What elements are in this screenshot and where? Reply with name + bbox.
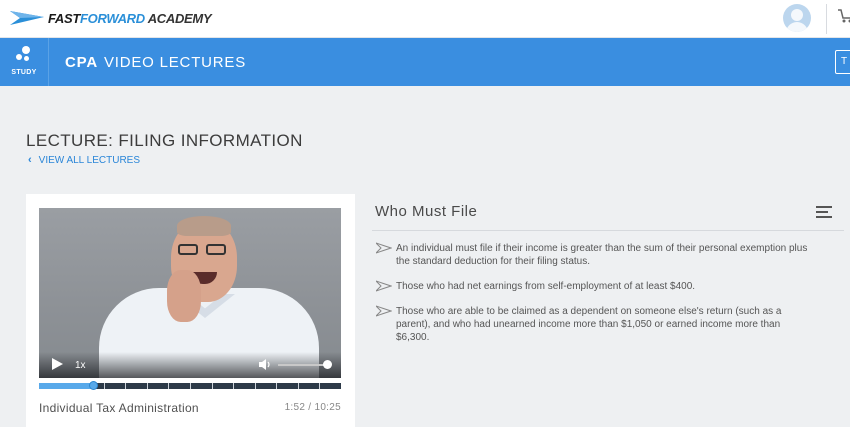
study-icon [14,46,34,66]
arrow-bullet-icon [376,280,392,292]
logo-text: FASTFORWARD ACADEMY [48,10,212,26]
header-divider [826,4,827,34]
hamburger-menu-icon[interactable] [816,206,832,218]
bullet-list: An individual must file if their income … [376,242,816,356]
chapter-marker [125,383,126,389]
chapter-marker [255,383,256,389]
volume-slider[interactable] [278,364,330,366]
chapter-marker [104,383,105,389]
chapter-marker [233,383,234,389]
chapter-marker [168,383,169,389]
nav-title-rest: VIDEO LECTURES [103,54,247,71]
chevron-left-icon: ‹ [28,154,32,166]
chapter-marker [190,383,191,389]
video-progress-bar[interactable] [39,381,341,390]
top-bar: FASTFORWARD ACADEMY [0,0,850,38]
view-all-lectures-link[interactable]: ‹ VIEW ALL LECTURES [28,154,140,166]
video-title: Individual Tax Administration [39,401,199,415]
main-nav-bar: STUDY CPA VIDEO LECTURES T [0,38,850,86]
arrow-bullet-icon [376,305,392,317]
chapter-marker [298,383,299,389]
video-time: 1:52 / 10:25 [284,402,341,413]
bullet-item: Those who are able to be claimed as a de… [376,305,816,344]
play-icon[interactable] [52,358,63,370]
user-avatar-icon[interactable] [783,4,811,32]
view-all-lectures-label: VIEW ALL LECTURES [38,154,140,166]
video-controls: 1x [39,352,341,378]
video-player[interactable]: 1x [39,208,341,378]
video-progress-fill [39,383,94,389]
lecture-title: LECTURE: FILING INFORMATION [26,131,303,150]
chapter-marker [319,383,320,389]
bullet-text: An individual must file if their income … [396,243,808,267]
fastforward-logo[interactable]: FASTFORWARD ACADEMY [10,9,212,27]
bullet-text: Those who are able to be claimed as a de… [396,306,782,343]
nav-separator [48,38,49,86]
nav-right-button[interactable]: T [835,50,850,74]
cart-icon[interactable] [838,8,850,29]
study-menu-button[interactable]: STUDY [0,38,48,86]
chapter-marker [212,383,213,389]
arrow-bullet-icon [376,242,392,254]
chapter-marker [276,383,277,389]
nav-title: CPA VIDEO LECTURES [65,54,246,71]
bullet-text: Those who had net earnings from self-emp… [396,281,696,292]
nav-title-bold: CPA [65,54,98,71]
playback-rate-button[interactable]: 1x [75,360,86,371]
video-progress-handle[interactable] [89,381,99,390]
chapter-marker [147,383,148,389]
video-card: 1x Individual Tax Administration 1:52 / … [26,194,355,427]
volume-icon[interactable] [258,358,272,376]
section-title: Who Must File [375,203,478,220]
bullet-item: An individual must file if their income … [376,242,816,268]
study-label: STUDY [11,69,37,76]
volume-slider-handle[interactable] [323,360,333,369]
bullet-item: Those who had net earnings from self-emp… [376,280,816,293]
section-divider [372,230,844,231]
logo-arrow-icon [10,11,44,25]
